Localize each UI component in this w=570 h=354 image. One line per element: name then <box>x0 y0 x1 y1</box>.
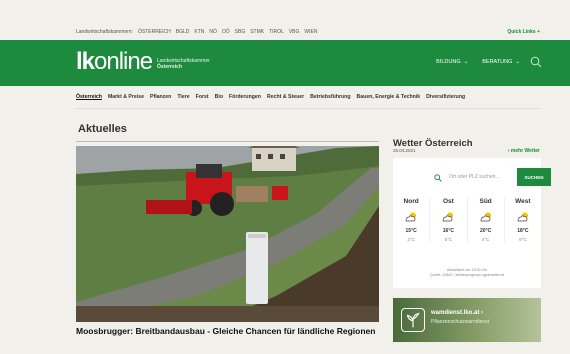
chamber-link-noe[interactable]: NÖ <box>209 29 217 35</box>
section-title: Aktuelles <box>78 123 127 135</box>
more-weather-link[interactable]: › mehr Wetter <box>508 148 540 154</box>
chamber-link-tirol[interactable]: TIROL <box>269 29 284 35</box>
temp-low: 6°C <box>519 237 527 242</box>
logo-online-text: online <box>94 48 153 75</box>
weather-regions: Nord 15°C 3°C Ost 16°C 5°C Süd 20°C 4°C … <box>393 198 541 242</box>
chamber-link-oesterreich[interactable]: ÖSTERREICH <box>138 29 171 35</box>
weather-source: Quelle: ZAMG | Wetterprognose agrarwette… <box>429 273 505 277</box>
chamber-link-ktn[interactable]: KTN <box>194 29 204 35</box>
weather-date: 25.04.2021 <box>393 148 416 153</box>
weather-footer: Aktualisiert um 13:00 Uhr Quelle: ZAMG |… <box>393 268 541 278</box>
quick-links-button[interactable]: Quick Links + <box>507 29 540 35</box>
temp-high: 18°C <box>517 228 529 234</box>
weather-region-sued: Süd 20°C 4°C <box>468 198 505 242</box>
chevron-down-icon: ⌄ <box>463 59 469 65</box>
search-icon[interactable] <box>530 56 542 68</box>
chevron-down-icon: ⌄ <box>515 59 520 65</box>
weather-region-ost: Ost 16°C 5°C <box>430 198 468 242</box>
nav-bildung-label: BILDUNG <box>436 59 461 65</box>
warndienst-banner[interactable]: wamdienst.lko.at › Pflanzenschutzwarndie… <box>393 298 541 342</box>
nav-divider <box>76 108 541 109</box>
temp-low: 4°C <box>481 237 490 242</box>
chamber-link-bgld[interactable]: BGLD <box>176 29 190 35</box>
nav-beratung-label: BERATUNG <box>482 59 513 65</box>
nav-item-bio[interactable]: Bio <box>215 94 223 100</box>
logo-lk-text: lk <box>76 48 95 75</box>
nav-item-betrieb[interactable]: Betriebsführung <box>310 94 350 100</box>
site-logo[interactable]: lk online Landwirtschaftskammer Österreic… <box>76 48 210 75</box>
nav-item-pflanzen[interactable]: Pflanzen <box>150 94 171 100</box>
region-name: Süd <box>479 198 492 205</box>
plant-icon <box>401 308 425 332</box>
top-bar: Landwirtschaftskammern: ÖSTERREICH BGLD … <box>0 0 570 40</box>
chamber-label: Landwirtschaftskammern: <box>76 29 133 35</box>
nav-beratung[interactable]: BERATUNG ⌄ <box>482 59 520 65</box>
chamber-link-stmk[interactable]: STMK <box>250 29 264 35</box>
nav-item-recht[interactable]: Recht & Steuer <box>267 94 304 100</box>
nav-item-markt[interactable]: Markt & Preise <box>108 94 144 100</box>
nav-bildung[interactable]: BILDUNG ⌄ <box>436 59 468 65</box>
partly-cloudy-icon <box>517 212 528 222</box>
chamber-link-vbg[interactable]: VBG <box>289 29 300 35</box>
partly-cloudy-icon <box>405 212 417 222</box>
nav-item-diversifizierung[interactable]: Diversifizierung <box>426 94 465 100</box>
article-headline[interactable]: Moosbrugger: Breitbandausbau - Gleiche C… <box>76 326 386 336</box>
logo-sub-line2: Österreich <box>157 64 183 70</box>
section-rule <box>76 141 379 142</box>
article-image[interactable] <box>76 146 379 322</box>
partly-cloudy-icon <box>480 212 491 222</box>
weather-search-input[interactable]: Ort oder PLZ suchen... <box>449 174 500 180</box>
temp-high: 16°C <box>442 228 454 234</box>
chamber-link-wien[interactable]: WIEN <box>304 29 317 35</box>
region-name: West <box>515 198 531 205</box>
logo-subtitle: Landwirtschaftskammer Österreich <box>157 58 237 70</box>
temp-high: 15°C <box>405 228 417 234</box>
nav-item-bauen[interactable]: Bauen, Energie & Technik <box>357 94 421 100</box>
header-nav: BILDUNG ⌄ BERATUNG ⌄ <box>436 59 520 65</box>
main-nav: Österreich Markt & Preise Pflanzen Tiere… <box>76 94 465 100</box>
promo-subtitle: Pflanzenschutzwarndienst <box>431 319 490 325</box>
search-icon <box>434 174 442 182</box>
region-name: Ost <box>442 198 454 205</box>
chamber-links: Landwirtschaftskammern: ÖSTERREICH BGLD … <box>76 29 317 35</box>
nav-item-tiere[interactable]: Tiere <box>177 94 189 100</box>
promo-title: wamdienst.lko.at › <box>431 310 484 316</box>
weather-region-west: West 18°C 6°C <box>505 198 541 242</box>
weather-widget: Ort oder PLZ suchen... SUCHEN Nord 15°C … <box>393 158 551 288</box>
chamber-link-ooe[interactable]: OÖ <box>222 29 230 35</box>
temp-low: 3°C <box>407 237 415 242</box>
weather-region-nord: Nord 15°C 3°C <box>393 198 431 242</box>
temp-low: 5°C <box>444 237 453 242</box>
nav-item-forst[interactable]: Forst <box>196 94 209 100</box>
nav-item-oesterreich[interactable]: Österreich <box>76 94 102 100</box>
chamber-link-sbg[interactable]: SBG <box>235 29 246 35</box>
nav-item-foerderungen[interactable]: Förderungen <box>229 94 261 100</box>
weather-search-button[interactable]: SUCHEN <box>517 168 551 186</box>
temp-high: 20°C <box>480 228 492 234</box>
partly-cloudy-icon <box>443 212 454 222</box>
region-name: Nord <box>403 198 419 205</box>
